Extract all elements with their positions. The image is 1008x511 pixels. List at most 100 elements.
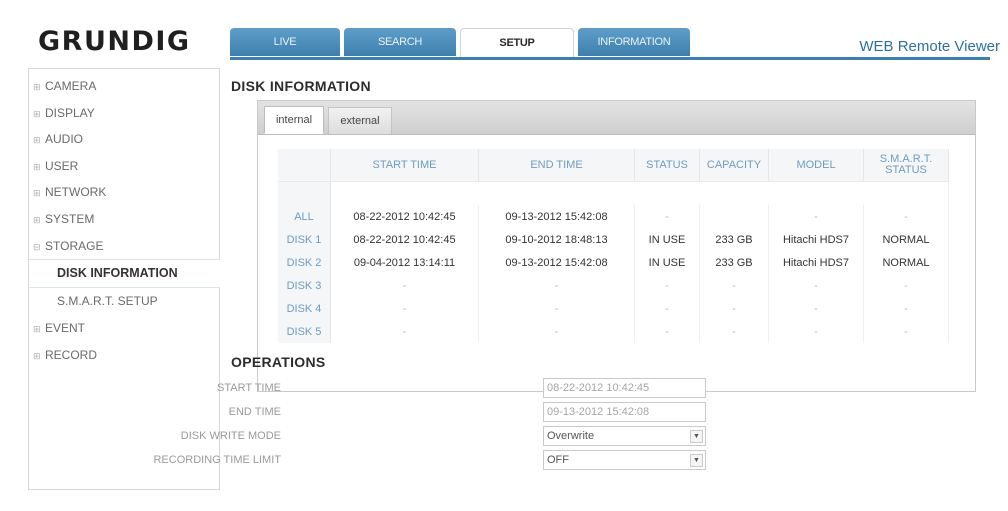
sidebar-item-camera[interactable]: ⊞ CAMERA: [29, 73, 219, 100]
cell-model: Hitachi HDS7: [768, 228, 864, 251]
sidebar-item-storage[interactable]: ⊟ STORAGE: [29, 233, 219, 260]
cell-end-time: 09-10-2012 18:48:13: [478, 228, 635, 251]
disk-info-panel: internal external START TIME END TIME ST…: [257, 100, 976, 392]
recording-time-limit-label: RECORDING TIME LIMIT: [153, 454, 281, 466]
cell-start-time: 08-22-2012 10:42:45: [330, 205, 479, 228]
cell-end-time: -: [478, 297, 635, 320]
op-row-end-time: END TIME 09-13-2012 15:42:08: [229, 402, 731, 422]
sidebar-item-audio[interactable]: ⊞ AUDIO: [29, 126, 219, 153]
row-label: DISK 3: [278, 274, 331, 297]
dropdown-arrow-icon[interactable]: ▼: [690, 430, 703, 443]
table-row: ALL 08-22-2012 10:42:45 09-13-2012 15:42…: [278, 205, 949, 228]
col-end-time: END TIME: [478, 149, 635, 182]
cell-model: -: [768, 274, 864, 297]
sidebar-subitem-disk-information[interactable]: DISK INFORMATION: [29, 259, 220, 289]
op-row-recording-time-limit: RECORDING TIME LIMIT OFF ▼: [153, 450, 731, 470]
col-model: MODEL: [768, 149, 864, 182]
sidebar-item-label: USER: [45, 158, 79, 173]
spacer: [278, 181, 331, 205]
tab-live[interactable]: LIVE: [230, 28, 340, 56]
table-corner: [278, 149, 331, 182]
tab-divider: [230, 57, 990, 60]
table-row: DISK 1 08-22-2012 10:42:45 09-10-2012 18…: [278, 228, 949, 251]
spacer: [330, 181, 949, 205]
disk-write-mode-label: DISK WRITE MODE: [180, 430, 281, 442]
col-capacity: CAPACITY: [699, 149, 769, 182]
cell-status: IN USE: [634, 251, 700, 274]
cell-smart-status: -: [863, 205, 949, 228]
sidebar-item-network[interactable]: ⊞ NETWORK: [29, 179, 219, 206]
cell-model: -: [768, 320, 864, 343]
tab-information[interactable]: INFORMATION: [578, 28, 690, 56]
tab-setup[interactable]: SETUP: [460, 28, 574, 59]
cell-start-time: -: [330, 297, 479, 320]
end-time-field[interactable]: 09-13-2012 15:42:08: [543, 402, 706, 422]
plus-box-icon: ⊞: [33, 324, 41, 335]
cell-end-time: 09-13-2012 15:42:08: [478, 251, 635, 274]
operations-title: OPERATIONS: [231, 354, 326, 370]
plus-box-icon: ⊞: [33, 82, 41, 92]
plus-box-icon: ⊟: [33, 241, 41, 252]
sidebar-item-event[interactable]: ⊞ EVENT: [29, 315, 219, 342]
cell-status: IN USE: [634, 228, 700, 251]
dropdown-arrow-icon[interactable]: ▼: [690, 454, 703, 467]
disk-subtabs: internal external: [258, 101, 975, 135]
grundig-logo: GRUNDIG: [38, 26, 191, 57]
op-row-start-time: START TIME 08-22-2012 10:42:45: [217, 378, 731, 398]
col-smart-status: S.M.A.R.T. STATUS: [863, 149, 949, 182]
table-row: DISK 3 - - - - - -: [278, 274, 949, 297]
col-start-time: START TIME: [330, 149, 479, 182]
sidebar-item-display[interactable]: ⊞ DISPLAY: [29, 100, 219, 127]
cell-end-time: 09-13-2012 15:42:08: [478, 205, 635, 228]
cell-capacity: -: [699, 274, 769, 297]
plus-box-icon: ⊞: [33, 161, 41, 172]
cell-start-time: 08-22-2012 10:42:45: [330, 228, 479, 251]
recording-time-limit-select[interactable]: OFF ▼: [543, 450, 706, 470]
sidebar-item-label: STORAGE: [45, 238, 104, 253]
sidebar-item-label: CAMERA: [45, 79, 97, 93]
cell-smart-status: -: [863, 320, 949, 343]
table-row: DISK 5 - - - - - -: [278, 320, 949, 343]
row-label: DISK 2: [278, 251, 331, 274]
select-value: Overwrite: [547, 430, 595, 442]
page-title: DISK INFORMATION: [231, 78, 371, 94]
table-row: DISK 2 09-04-2012 13:14:11 09-13-2012 15…: [278, 251, 949, 274]
sidebar-item-record[interactable]: ⊞ RECORD: [29, 342, 219, 369]
sidebar-item-user[interactable]: ⊞ USER: [29, 153, 219, 180]
row-label: DISK 4: [278, 297, 331, 320]
sidebar-item-label: NETWORK: [45, 185, 107, 200]
subtab-external[interactable]: external: [328, 107, 392, 134]
sidebar-item-label: AUDIO: [45, 132, 84, 147]
cell-start-time: 09-04-2012 13:14:11: [330, 251, 479, 274]
row-label: DISK 1: [278, 228, 331, 251]
cell-capacity: 233 GB: [699, 228, 769, 251]
row-label: ALL: [278, 205, 331, 228]
select-value: OFF: [547, 454, 569, 466]
start-time-label: START TIME: [217, 382, 281, 394]
plus-box-icon: ⊞: [33, 214, 41, 225]
cell-model: Hitachi HDS7: [768, 251, 864, 274]
disk-write-mode-select[interactable]: Overwrite ▼: [543, 426, 706, 446]
disk-table: START TIME END TIME STATUS CAPACITY MODE…: [278, 149, 949, 343]
sidebar-item-label: RECORD: [45, 347, 98, 362]
sidebar-item-system[interactable]: ⊞ SYSTEM: [29, 206, 219, 233]
plus-box-icon: ⊞: [33, 350, 41, 361]
cell-status: -: [634, 274, 700, 297]
cell-smart-status: NORMAL: [863, 228, 949, 251]
sidebar-item-label: EVENT: [45, 321, 86, 336]
plus-box-icon: ⊞: [33, 135, 41, 146]
top-tabs: LIVE SEARCH SETUP INFORMATION: [230, 28, 694, 59]
cell-smart-status: -: [863, 274, 949, 297]
start-time-field[interactable]: 08-22-2012 10:42:45: [543, 378, 706, 398]
op-row-disk-write-mode: DISK WRITE MODE Overwrite ▼: [181, 426, 731, 446]
table-row: DISK 4 - - - - - -: [278, 297, 949, 320]
sidebar-subitem-smart-setup[interactable]: S.M.A.R.T. SETUP: [29, 288, 219, 315]
tab-search[interactable]: SEARCH: [344, 28, 456, 56]
plus-box-icon: ⊞: [33, 188, 41, 199]
subtab-internal[interactable]: internal: [264, 106, 324, 134]
cell-smart-status: NORMAL: [863, 251, 949, 274]
cell-start-time: -: [330, 320, 479, 343]
cell-end-time: -: [478, 274, 635, 297]
plus-box-icon: ⊞: [33, 108, 41, 119]
main-content: DISK INFORMATION internal external START…: [153, 64, 991, 504]
